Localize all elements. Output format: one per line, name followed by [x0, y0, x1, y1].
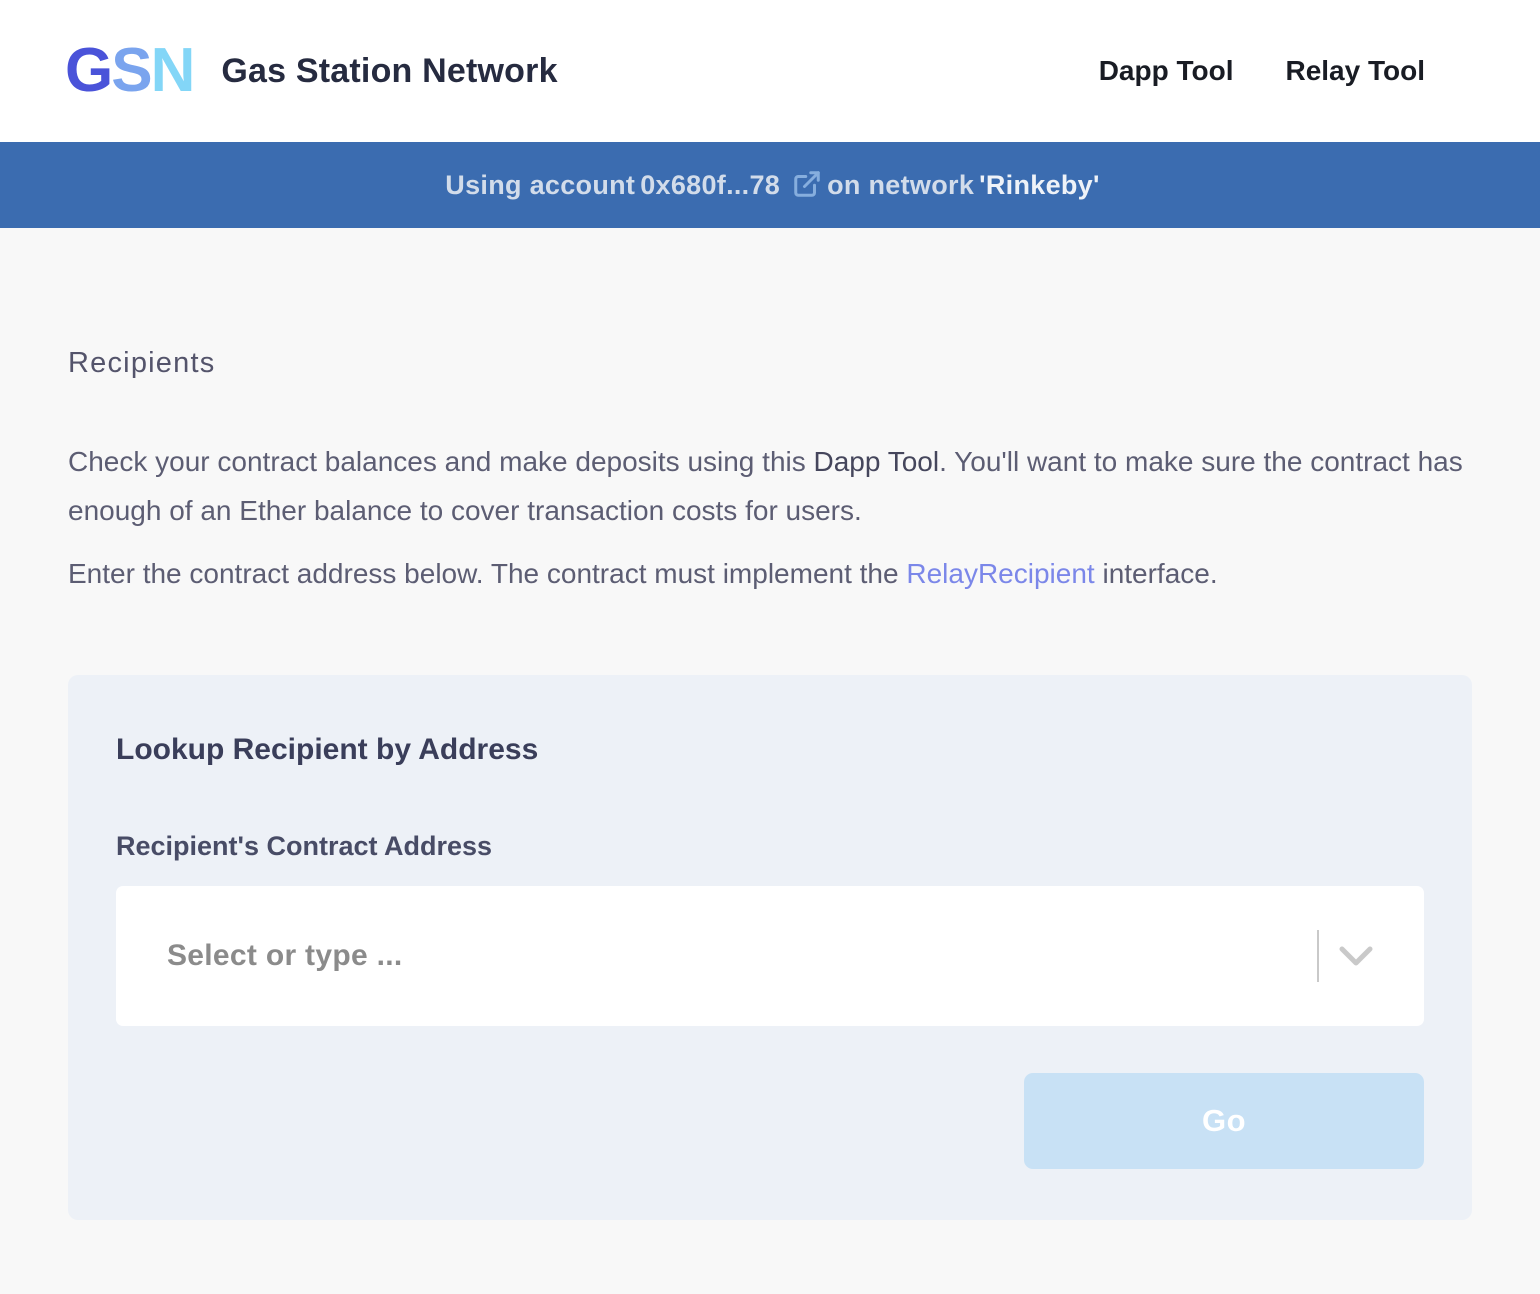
external-link-icon: [792, 169, 822, 199]
logo-letter-n: N: [151, 36, 194, 105]
contract-address-label: Recipient's Contract Address: [116, 831, 1424, 862]
account-network-banner: Using account 0x680f...78 on network 'Ri…: [0, 142, 1540, 228]
go-button[interactable]: Go: [1024, 1073, 1424, 1169]
instructions-text-after: interface.: [1095, 558, 1218, 589]
main-content: Recipients Check your contract balances …: [0, 345, 1540, 1220]
contract-address-select[interactable]: Select or type ...: [116, 886, 1424, 1026]
logo-letter-g: G: [65, 36, 111, 105]
banner-prefix-text: Using account: [445, 170, 635, 201]
account-address-link[interactable]: 0x680f...78: [640, 170, 822, 201]
lookup-recipient-card: Lookup Recipient by Address Recipient's …: [68, 675, 1472, 1220]
instructions-text-before: Enter the contract address below. The co…: [68, 558, 906, 589]
logo-letter-s: S: [111, 36, 150, 105]
dapp-tool-emphasis: Dapp Tool: [814, 446, 940, 477]
nav-link-relay-tool[interactable]: Relay Tool: [1285, 55, 1425, 87]
account-address-text: 0x680f...78: [640, 170, 780, 201]
page-title: Recipients: [68, 345, 1472, 381]
go-button-row: Go: [116, 1073, 1424, 1169]
app-title: Gas Station Network: [221, 52, 557, 91]
intro-text-before: Check your contract balances and make de…: [68, 446, 814, 477]
header-nav: Dapp Tool Relay Tool: [1099, 55, 1425, 87]
network-name: 'Rinkeby': [979, 170, 1100, 201]
instructions-paragraph: Enter the contract address below. The co…: [68, 549, 1472, 598]
app-header: GSN Gas Station Network Dapp Tool Relay …: [0, 0, 1540, 142]
banner-suffix-text: on network: [827, 170, 974, 201]
nav-link-dapp-tool[interactable]: Dapp Tool: [1099, 55, 1234, 87]
intro-paragraph: Check your contract balances and make de…: [68, 437, 1472, 535]
select-placeholder-text: Select or type ...: [116, 939, 402, 973]
gsn-logo[interactable]: GSN: [65, 40, 193, 102]
select-divider: [1317, 930, 1319, 982]
lookup-card-title: Lookup Recipient by Address: [116, 733, 1424, 767]
chevron-down-icon[interactable]: [1338, 945, 1374, 967]
relay-recipient-link[interactable]: RelayRecipient: [906, 558, 1094, 589]
